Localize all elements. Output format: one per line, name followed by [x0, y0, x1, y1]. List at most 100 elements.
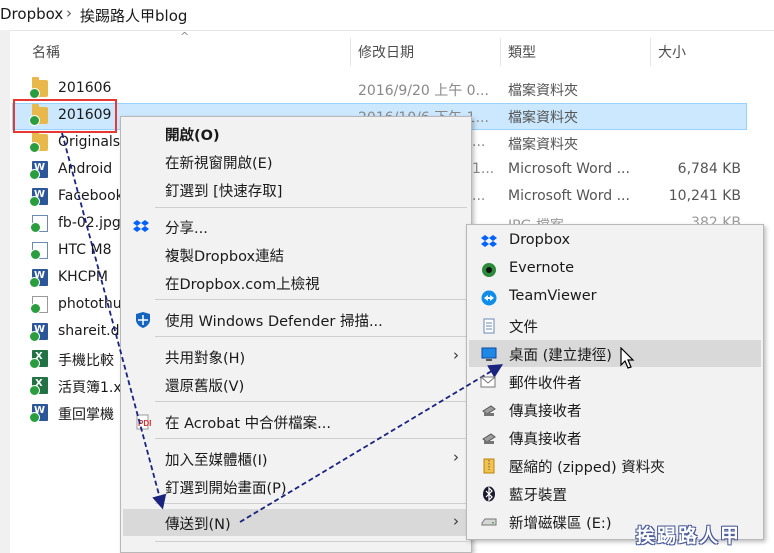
menu-separator [155, 207, 467, 208]
menu-item-pin-to-start[interactable]: 釘選到開始畫面(P) [123, 473, 469, 500]
file-name: shareit.d [58, 323, 120, 339]
sendto-item-bluetooth[interactable]: 藍牙裝置 [469, 480, 761, 507]
file-name: 重回掌機 [58, 407, 114, 423]
menu-separator [155, 438, 467, 439]
word-doc-icon [29, 188, 48, 207]
file-type: 檔案資料夾 [508, 110, 578, 126]
menu-item-scan-defender[interactable]: 使用 Windows Defender 掃描... [123, 306, 469, 333]
column-header-date[interactable]: 修改日期 [358, 42, 414, 62]
sync-check-icon [30, 249, 41, 260]
desktop-icon [481, 346, 497, 362]
sendto-item-teamviewer[interactable]: TeamViewer [469, 284, 761, 311]
column-divider[interactable] [350, 38, 351, 66]
menu-item-add-to-library[interactable]: 加入至媒體櫃(I) › [123, 445, 469, 472]
menu-separator [155, 336, 467, 337]
sendto-item-mail[interactable]: 郵件收件者 [469, 368, 761, 395]
file-row[interactable]: 201606 2016/9/20 上午 0... 檔案資料夾 [12, 76, 747, 103]
file-name: photothu [58, 296, 122, 312]
file-name: Android [58, 161, 113, 177]
fax-icon [481, 430, 497, 446]
file-type: 檔案資料夾 [508, 137, 578, 153]
file-size: 10,241 KB [668, 188, 741, 204]
sendto-item-fax-2[interactable]: 傳真接收者 [469, 424, 761, 451]
menu-item-restore-previous[interactable]: 還原舊版(V) [123, 371, 469, 398]
breadcrumb: Dropbox › 挨踢路人甲blog [0, 0, 774, 31]
column-divider[interactable] [500, 38, 501, 66]
menu-item-view-on-dropbox[interactable]: 在Dropbox.com上檢視 [123, 269, 469, 296]
highlight-annotation-box [13, 99, 117, 133]
menu-separator [155, 541, 467, 542]
dropbox-icon [481, 234, 497, 250]
breadcrumb-root[interactable]: Dropbox [0, 5, 63, 23]
file-type: Microsoft Word ... [508, 188, 630, 204]
acrobat-icon: PDF [135, 414, 154, 430]
windows-defender-icon [135, 312, 151, 328]
sync-check-icon [29, 385, 40, 396]
sync-check-icon [29, 277, 40, 288]
file-name: KHCPM [58, 269, 109, 285]
file-type: Microsoft Word ... [508, 161, 630, 177]
folder-icon [29, 131, 48, 153]
word-doc-icon [29, 269, 48, 288]
sync-check-icon [29, 412, 40, 423]
menu-item-pin-quick-access[interactable]: 釘選到 [快速存取] [123, 176, 469, 203]
sync-check-icon [29, 358, 40, 369]
file-name: HTC M8 [58, 242, 112, 258]
dropbox-icon [133, 219, 149, 235]
folder-icon [29, 77, 48, 99]
word-doc-icon [29, 404, 48, 423]
column-header-type[interactable]: 類型 [508, 42, 536, 62]
file-name: Originals [58, 134, 121, 150]
file-name: Facebook [58, 188, 124, 204]
menu-item-copy-dropbox-link[interactable]: 複製Dropbox連結 [123, 241, 469, 268]
file-name: 201606 [58, 80, 112, 96]
sync-check-icon [29, 331, 40, 342]
menu-item-share[interactable]: 分享... [123, 213, 469, 240]
sendto-item-dropbox[interactable]: Dropbox [469, 228, 761, 255]
submenu-arrow-icon: › [453, 448, 459, 466]
menu-separator [155, 503, 467, 504]
file-date: 2016/9/20 上午 0... [358, 83, 489, 99]
image-file-icon [30, 215, 48, 233]
excel-file-icon [29, 377, 48, 396]
sendto-item-zip[interactable]: 壓縮的 (zipped) 資料夾 [469, 452, 761, 479]
menu-item-share-with[interactable]: 共用對象(H) › [123, 343, 469, 370]
sendto-item-fax-1[interactable]: 傳真接收者 [469, 396, 761, 423]
documents-icon [481, 318, 497, 334]
column-divider[interactable] [650, 38, 651, 66]
sync-check-icon [29, 196, 40, 207]
column-header-name[interactable]: 名稱 [32, 42, 60, 62]
file-name: 活頁簿1.x [58, 380, 122, 396]
bluetooth-icon [481, 486, 497, 502]
watermark: 挨踢路人甲 [636, 525, 742, 547]
menu-item-open[interactable]: 開啟(O) [123, 120, 469, 147]
menu-item-send-to[interactable]: 傳送到(N) › [123, 509, 469, 536]
sendto-item-documents[interactable]: 文件 [469, 312, 761, 339]
navigation-pane-edge [0, 30, 10, 553]
menu-item-acrobat-combine[interactable]: PDF 在 Acrobat 中合併檔案... [123, 408, 469, 435]
sendto-item-desktop[interactable]: 桌面 (建立捷徑) [469, 340, 761, 367]
word-doc-icon [29, 323, 48, 342]
breadcrumb-separator[interactable]: › [66, 4, 72, 22]
submenu-arrow-icon: › [453, 512, 459, 530]
submenu-arrow-icon: › [453, 346, 459, 364]
zip-folder-icon [481, 458, 497, 474]
file-name: 手機比較 [58, 353, 114, 369]
word-doc-icon [29, 161, 48, 180]
file-name: fb-02.jpg [58, 215, 121, 231]
teamviewer-icon [481, 290, 497, 306]
context-menu: 開啟(O) 在新視窗開啟(E) 釘選到 [快速存取] 分享... 複製Dropb… [120, 116, 472, 553]
column-header-size[interactable]: 大小 [658, 42, 686, 62]
breadcrumb-current[interactable]: 挨踢路人甲blog [80, 5, 187, 26]
image-file-icon [30, 242, 48, 260]
sync-check-icon [30, 222, 41, 233]
send-to-submenu: Dropbox Evernote TeamViewer 文件 桌面 (建立捷徑)… [466, 224, 764, 540]
file-type: 檔案資料夾 [508, 83, 578, 99]
menu-separator [155, 401, 467, 402]
sync-check-icon [30, 303, 41, 314]
menu-item-open-new-window[interactable]: 在新視窗開啟(E) [123, 148, 469, 175]
menu-separator [155, 299, 467, 300]
sendto-item-evernote[interactable]: Evernote [469, 256, 761, 283]
sync-check-icon [29, 142, 40, 153]
evernote-icon [481, 262, 497, 278]
